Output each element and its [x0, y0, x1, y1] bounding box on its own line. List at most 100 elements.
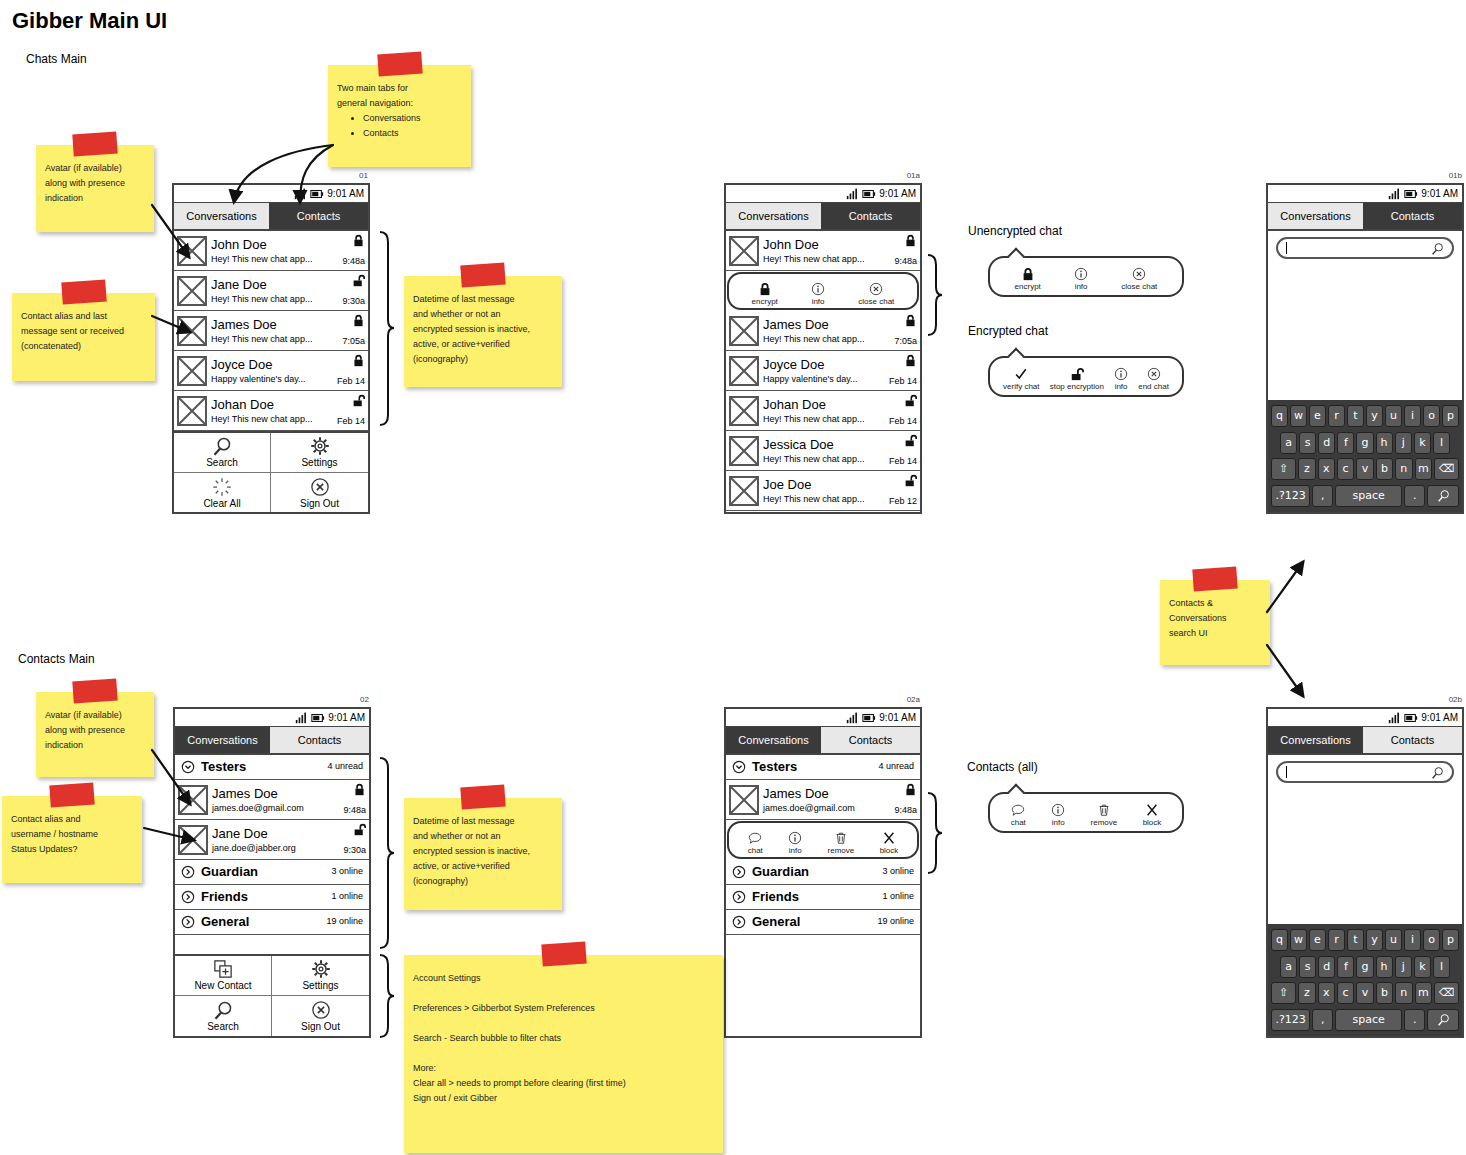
- keyboard-key[interactable]: l: [1433, 432, 1450, 454]
- keyboard-key[interactable]: n: [1395, 458, 1412, 480]
- keyboard-key[interactable]: ⇧: [1271, 982, 1296, 1004]
- tab[interactable]: Conversations: [174, 203, 269, 229]
- keyboard-key[interactable]: q: [1271, 405, 1288, 427]
- tab[interactable]: Contacts: [1363, 727, 1462, 753]
- keyboard-key[interactable]: ⌫: [1434, 982, 1459, 1004]
- action-item[interactable]: end chat: [1138, 367, 1169, 392]
- keyboard-key[interactable]: .?123: [1271, 1009, 1310, 1031]
- keyboard-key[interactable]: c: [1337, 458, 1354, 480]
- action-item[interactable]: verify chat: [1003, 367, 1039, 392]
- keyboard-key[interactable]: r: [1328, 405, 1345, 427]
- keyboard-key[interactable]: e: [1309, 929, 1326, 951]
- chat-row[interactable]: Johan DoeHey! This new chat app...Feb 14: [726, 391, 920, 431]
- keyboard-key[interactable]: u: [1385, 929, 1402, 951]
- keyboard-key[interactable]: .?123: [1271, 485, 1310, 507]
- keyboard-key[interactable]: g: [1356, 432, 1373, 454]
- chat-row[interactable]: Joe DoeHey! This new chat app...Feb 12: [726, 471, 920, 511]
- keyboard-key[interactable]: a: [1280, 432, 1297, 454]
- keyboard-key[interactable]: w: [1290, 929, 1307, 951]
- keyboard-key[interactable]: s: [1299, 956, 1316, 978]
- chat-row[interactable]: Jessica DoeHey! This new chat app...Feb …: [726, 431, 920, 471]
- menu-item[interactable]: Settings: [271, 433, 368, 473]
- keyboard-key[interactable]: i: [1404, 929, 1421, 951]
- chat-row[interactable]: James DoeHey! This new chat app...7:05a: [174, 311, 368, 351]
- keyboard-key[interactable]: e: [1309, 405, 1326, 427]
- keyboard-key[interactable]: q: [1271, 929, 1288, 951]
- keyboard-key[interactable]: o: [1423, 929, 1440, 951]
- keyboard-key[interactable]: m: [1415, 982, 1432, 1004]
- menu-item[interactable]: Sign Out: [271, 473, 368, 513]
- action-item[interactable]: info: [811, 282, 825, 307]
- keyboard-key[interactable]: c: [1337, 982, 1354, 1004]
- keyboard-key[interactable]: d: [1318, 956, 1335, 978]
- menu-item[interactable]: New Contact: [175, 956, 272, 996]
- keyboard-key[interactable]: f: [1337, 956, 1354, 978]
- menu-item[interactable]: Search: [175, 996, 272, 1036]
- menu-item[interactable]: Settings: [272, 956, 369, 996]
- chat-row[interactable]: Joyce DoeHappy valentine's day...Feb 14: [726, 351, 920, 391]
- keyboard-key[interactable]: t: [1347, 405, 1364, 427]
- keyboard-key[interactable]: t: [1347, 929, 1364, 951]
- action-item[interactable]: block: [1143, 803, 1162, 828]
- menu-item[interactable]: Search: [174, 433, 271, 473]
- group-row[interactable]: Friends1 online: [175, 885, 369, 910]
- search-field[interactable]: [1276, 237, 1454, 259]
- keyboard-key[interactable]: r: [1328, 929, 1345, 951]
- keyboard-key[interactable]: v: [1356, 982, 1373, 1004]
- keyboard-key[interactable]: v: [1356, 458, 1373, 480]
- tab[interactable]: Conversations: [1268, 727, 1363, 753]
- keyboard-key[interactable]: b: [1376, 982, 1393, 1004]
- action-item[interactable]: info: [1051, 803, 1065, 828]
- tab[interactable]: Contacts: [1363, 203, 1462, 229]
- keyboard-key[interactable]: ,: [1312, 485, 1333, 507]
- keyboard-key[interactable]: o: [1423, 405, 1440, 427]
- search-field[interactable]: [1276, 761, 1454, 783]
- search-key[interactable]: [1427, 1009, 1459, 1031]
- group-row[interactable]: Testers4 unread: [175, 755, 369, 780]
- group-row[interactable]: General19 online: [726, 910, 920, 935]
- group-row[interactable]: Testers4 unread: [726, 755, 920, 780]
- keyboard-key[interactable]: b: [1376, 458, 1393, 480]
- keyboard-key[interactable]: d: [1318, 432, 1335, 454]
- action-item[interactable]: stop encryption: [1050, 367, 1104, 392]
- keyboard-key[interactable]: .: [1404, 485, 1425, 507]
- search-key[interactable]: [1427, 485, 1459, 507]
- chat-row[interactable]: Johan DoeHey! This new chat app...Feb 14: [174, 391, 368, 431]
- chat-row[interactable]: James DoeHey! This new chat app...7:05a: [726, 311, 920, 351]
- action-item[interactable]: encrypt: [752, 282, 778, 307]
- action-item[interactable]: chat: [1011, 803, 1026, 828]
- keyboard-key[interactable]: p: [1442, 405, 1459, 427]
- action-item[interactable]: block: [880, 831, 899, 856]
- keyboard-key[interactable]: y: [1366, 405, 1383, 427]
- tab[interactable]: Contacts: [270, 727, 369, 753]
- action-item[interactable]: close chat: [1121, 267, 1157, 292]
- keyboard-key[interactable]: ,: [1312, 1009, 1333, 1031]
- menu-item[interactable]: Sign Out: [272, 996, 369, 1036]
- group-row[interactable]: Guardian3 online: [726, 860, 920, 885]
- keyboard-key[interactable]: i: [1404, 405, 1421, 427]
- action-item[interactable]: info: [1114, 367, 1128, 392]
- keyboard-key[interactable]: z: [1298, 982, 1315, 1004]
- keyboard-key[interactable]: k: [1414, 432, 1431, 454]
- chat-row[interactable]: John DoeHey! This new chat app...9:48a: [174, 231, 368, 271]
- action-item[interactable]: remove: [1091, 803, 1118, 828]
- keyboard-key[interactable]: g: [1356, 956, 1373, 978]
- keyboard-key[interactable]: s: [1299, 432, 1316, 454]
- action-item[interactable]: encrypt: [1015, 267, 1041, 292]
- keyboard-key[interactable]: f: [1337, 432, 1354, 454]
- keyboard-key[interactable]: space: [1335, 485, 1402, 507]
- chat-row[interactable]: Jane DoeHey! This new chat app...9:30a: [174, 271, 368, 311]
- contact-row[interactable]: James Doejames.doe@gmail.com9:48a: [175, 780, 369, 820]
- keyboard-key[interactable]: p: [1442, 929, 1459, 951]
- keyboard-key[interactable]: k: [1414, 956, 1431, 978]
- group-row[interactable]: General19 online: [175, 910, 369, 935]
- keyboard-key[interactable]: x: [1318, 982, 1335, 1004]
- keyboard-key[interactable]: h: [1376, 956, 1393, 978]
- menu-item[interactable]: Clear All: [174, 473, 271, 513]
- tab[interactable]: Conversations: [1268, 203, 1363, 229]
- group-row[interactable]: Guardian3 online: [175, 860, 369, 885]
- keyboard-key[interactable]: .: [1404, 1009, 1425, 1031]
- tab[interactable]: Conversations: [726, 203, 821, 229]
- keyboard-key[interactable]: u: [1385, 405, 1402, 427]
- tab[interactable]: Contacts: [821, 203, 920, 229]
